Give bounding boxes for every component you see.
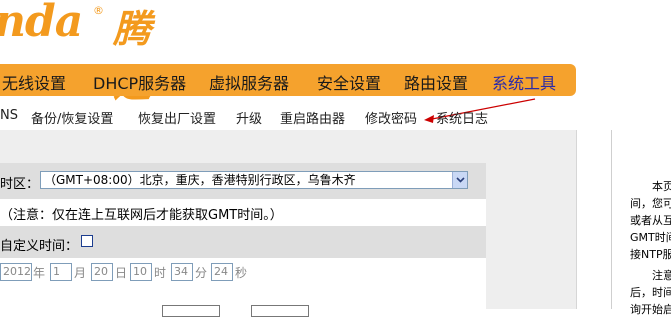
subnav-change-password[interactable]: 修改密码 — [365, 108, 417, 127]
custom-time-checkbox[interactable] — [81, 235, 93, 247]
subnav-reboot[interactable]: 重启路由器 — [280, 108, 345, 127]
custom-time-label: 自定义时间： — [0, 239, 79, 254]
timezone-selected-value: （GMT+08:00）北京，重庆，香港特别行政区，乌鲁木齐 — [44, 173, 356, 187]
help-line: 或者从互 — [630, 214, 671, 227]
subnav-factory-reset[interactable]: 恢复出厂设置 — [138, 108, 216, 127]
dropdown-button[interactable] — [452, 172, 467, 188]
subnav-system-log[interactable]: 系统日志 — [436, 108, 488, 127]
help-line: 询开始启 — [630, 303, 671, 316]
month-unit: 月 — [74, 266, 87, 280]
hour-input[interactable]: 10 — [130, 263, 152, 281]
chevron-down-icon — [456, 177, 465, 183]
help-line: 注意 — [652, 269, 671, 282]
day-unit: 日 — [115, 266, 128, 280]
day-input[interactable]: 20 — [91, 263, 113, 281]
help-line: 本页 — [652, 180, 671, 193]
year-input[interactable]: 2012 — [0, 263, 32, 281]
timezone-select[interactable]: （GMT+08:00）北京，重庆，香港特别行政区，乌鲁木齐 — [40, 171, 468, 189]
timezone-label: 时区： — [0, 177, 40, 192]
help-line: GMT时间 — [630, 231, 671, 244]
help-panel: 本页 间，您可 或者从互 GMT时间 接NTP服 注意 后，时间 询开始启 — [611, 130, 671, 316]
help-line: 后，时间 — [630, 286, 671, 299]
year-unit: 年 — [33, 266, 46, 280]
hour-unit: 时 — [154, 266, 167, 280]
gmt-note: （注意：仅在连上互联网后才能获取GMT时间。） — [0, 208, 283, 223]
help-line: 间，您可 — [630, 197, 671, 210]
sub-nav: NS 备份/恢复设置 恢复出厂设置 升级 重启路由器 修改密码 系统日志 — [0, 108, 560, 128]
cancel-button[interactable] — [251, 305, 309, 317]
help-line: 接NTP服 — [630, 248, 671, 261]
subnav-upgrade[interactable]: 升级 — [236, 108, 262, 127]
month-input[interactable]: 1 — [50, 263, 72, 281]
subnav-ns[interactable]: NS — [0, 108, 18, 123]
second-input[interactable]: 24 — [211, 263, 233, 281]
subnav-backup-restore[interactable]: 备份/恢复设置 — [31, 108, 113, 127]
second-unit: 秒 — [235, 266, 248, 280]
minute-input[interactable]: 34 — [171, 263, 193, 281]
minute-unit: 分 — [195, 266, 208, 280]
save-button[interactable] — [162, 305, 220, 317]
